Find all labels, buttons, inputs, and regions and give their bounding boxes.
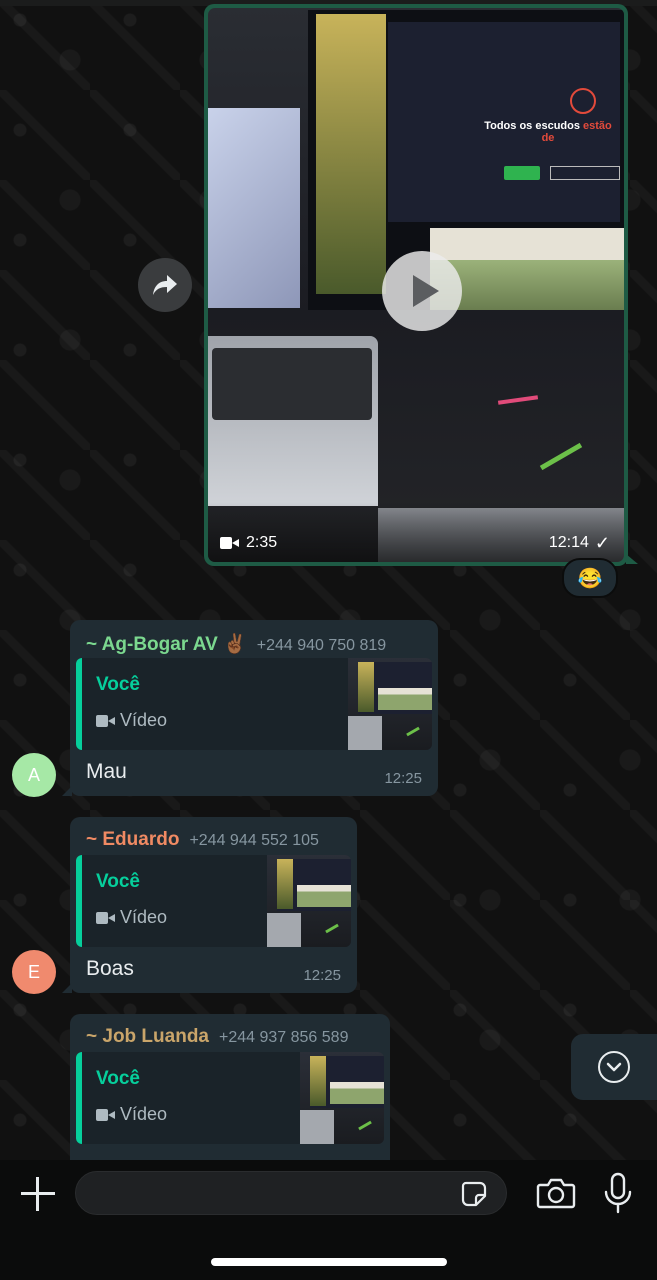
quote-thumbnail [267, 855, 351, 947]
group-message[interactable]: ~ Ag-Bogar AV ✌🏾 +244 940 750 819 Você V… [62, 620, 438, 796]
quote-author: Você [96, 1068, 141, 1089]
quote-type: Vídeo [96, 710, 167, 731]
message-text: Boas [86, 957, 134, 980]
message-time: 12:25 [303, 967, 341, 984]
group-message[interactable]: ~ Eduardo +244 944 552 105 Você Vídeo Bo… [62, 817, 357, 993]
video-preview-title: Todos os escudos estão de [484, 120, 612, 144]
video-duration: 2:35 [220, 534, 277, 552]
scroll-to-bottom-button[interactable] [571, 1034, 657, 1100]
video-time-text: 12:14 [548, 534, 589, 551]
message-input[interactable] [75, 1171, 507, 1215]
camera-button[interactable] [536, 1176, 576, 1212]
camera-icon [536, 1178, 576, 1209]
quote-thumbnail [300, 1052, 384, 1144]
quote-type-label: Vídeo [120, 710, 168, 730]
quote-type-label: Vídeo [120, 907, 168, 927]
quoted-message[interactable]: Você Vídeo [76, 1052, 384, 1144]
attach-button[interactable] [18, 1174, 58, 1214]
video-thumbnail[interactable]: Todos os escudos estão de 2:35 12:14 ✓ [208, 8, 624, 562]
message-time: 12:25 [384, 770, 422, 787]
sender-phone: +244 937 856 589 [219, 1029, 349, 1046]
message-text: Mau [86, 760, 127, 783]
avatar[interactable]: A [12, 753, 56, 797]
forward-icon [153, 275, 177, 295]
quote-type: Vídeo [96, 1104, 167, 1125]
video-camera-icon [220, 537, 239, 549]
sender-row: ~ Eduardo +244 944 552 105 [86, 829, 343, 851]
sender-name[interactable]: ~ Ag-Bogar AV ✌🏾 [86, 632, 247, 656]
sender-row: ~ Job Luanda +244 937 856 589 [86, 1026, 376, 1048]
sticker-icon[interactable] [460, 1180, 488, 1208]
play-button[interactable] [382, 251, 462, 331]
video-message-bubble[interactable]: Todos os escudos estão de 2:35 12:14 ✓ [204, 4, 638, 566]
quote-author: Você [96, 674, 141, 695]
home-indicator [211, 1258, 447, 1266]
sender-name[interactable]: ~ Job Luanda [86, 1026, 209, 1048]
video-camera-icon [96, 714, 115, 727]
quote-type: Vídeo [96, 907, 167, 928]
sender-phone: +244 940 750 819 [256, 637, 387, 654]
chevron-down-icon [598, 1051, 630, 1083]
sender-name[interactable]: ~ Eduardo [86, 829, 179, 851]
group-message[interactable]: ~ Job Luanda +244 937 856 589 Você Vídeo [62, 1014, 390, 1174]
quote-author: Você [96, 871, 141, 892]
quoted-message[interactable]: Você Vídeo [76, 658, 432, 750]
video-camera-icon [96, 1108, 115, 1121]
video-timestamp: 12:14 ✓ [549, 534, 610, 552]
play-icon [413, 275, 439, 307]
reaction-emoji: 😂 [577, 567, 603, 590]
video-duration-text: 2:35 [246, 534, 278, 551]
quoted-message[interactable]: Você Vídeo [76, 855, 351, 947]
forward-button[interactable] [138, 258, 192, 312]
video-camera-icon [96, 911, 115, 924]
avatar-letter: E [27, 961, 40, 982]
avatar-letter: A [27, 764, 40, 785]
microphone-button[interactable] [602, 1172, 634, 1214]
microphone-icon [604, 1172, 632, 1214]
reaction-badge[interactable]: 😂 [562, 558, 618, 598]
sender-phone: +244 944 552 105 [189, 832, 319, 849]
single-check-icon: ✓ [594, 533, 610, 553]
quote-type-label: Vídeo [120, 1104, 168, 1124]
quote-thumbnail [348, 658, 432, 750]
sender-row: ~ Ag-Bogar AV ✌🏾 +244 940 750 819 [86, 632, 424, 656]
avatar[interactable]: E [12, 950, 56, 994]
